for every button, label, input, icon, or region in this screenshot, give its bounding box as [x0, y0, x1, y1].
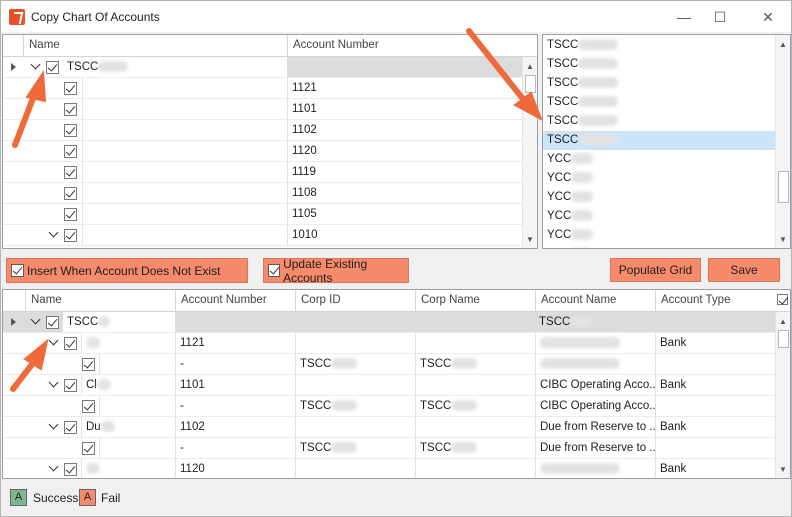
annotation-arrowhead-top-left [25, 70, 47, 103]
copy-chart-window: Copy Chart Of Accounts — ☐ ✕ Name Accoun… [0, 0, 792, 517]
annotation-arrow-top-left [12, 90, 38, 148]
annotation-arrow-bottom-left [10, 360, 36, 392]
annotation-arrows [10, 28, 543, 392]
annotation-arrow-list [466, 28, 526, 102]
